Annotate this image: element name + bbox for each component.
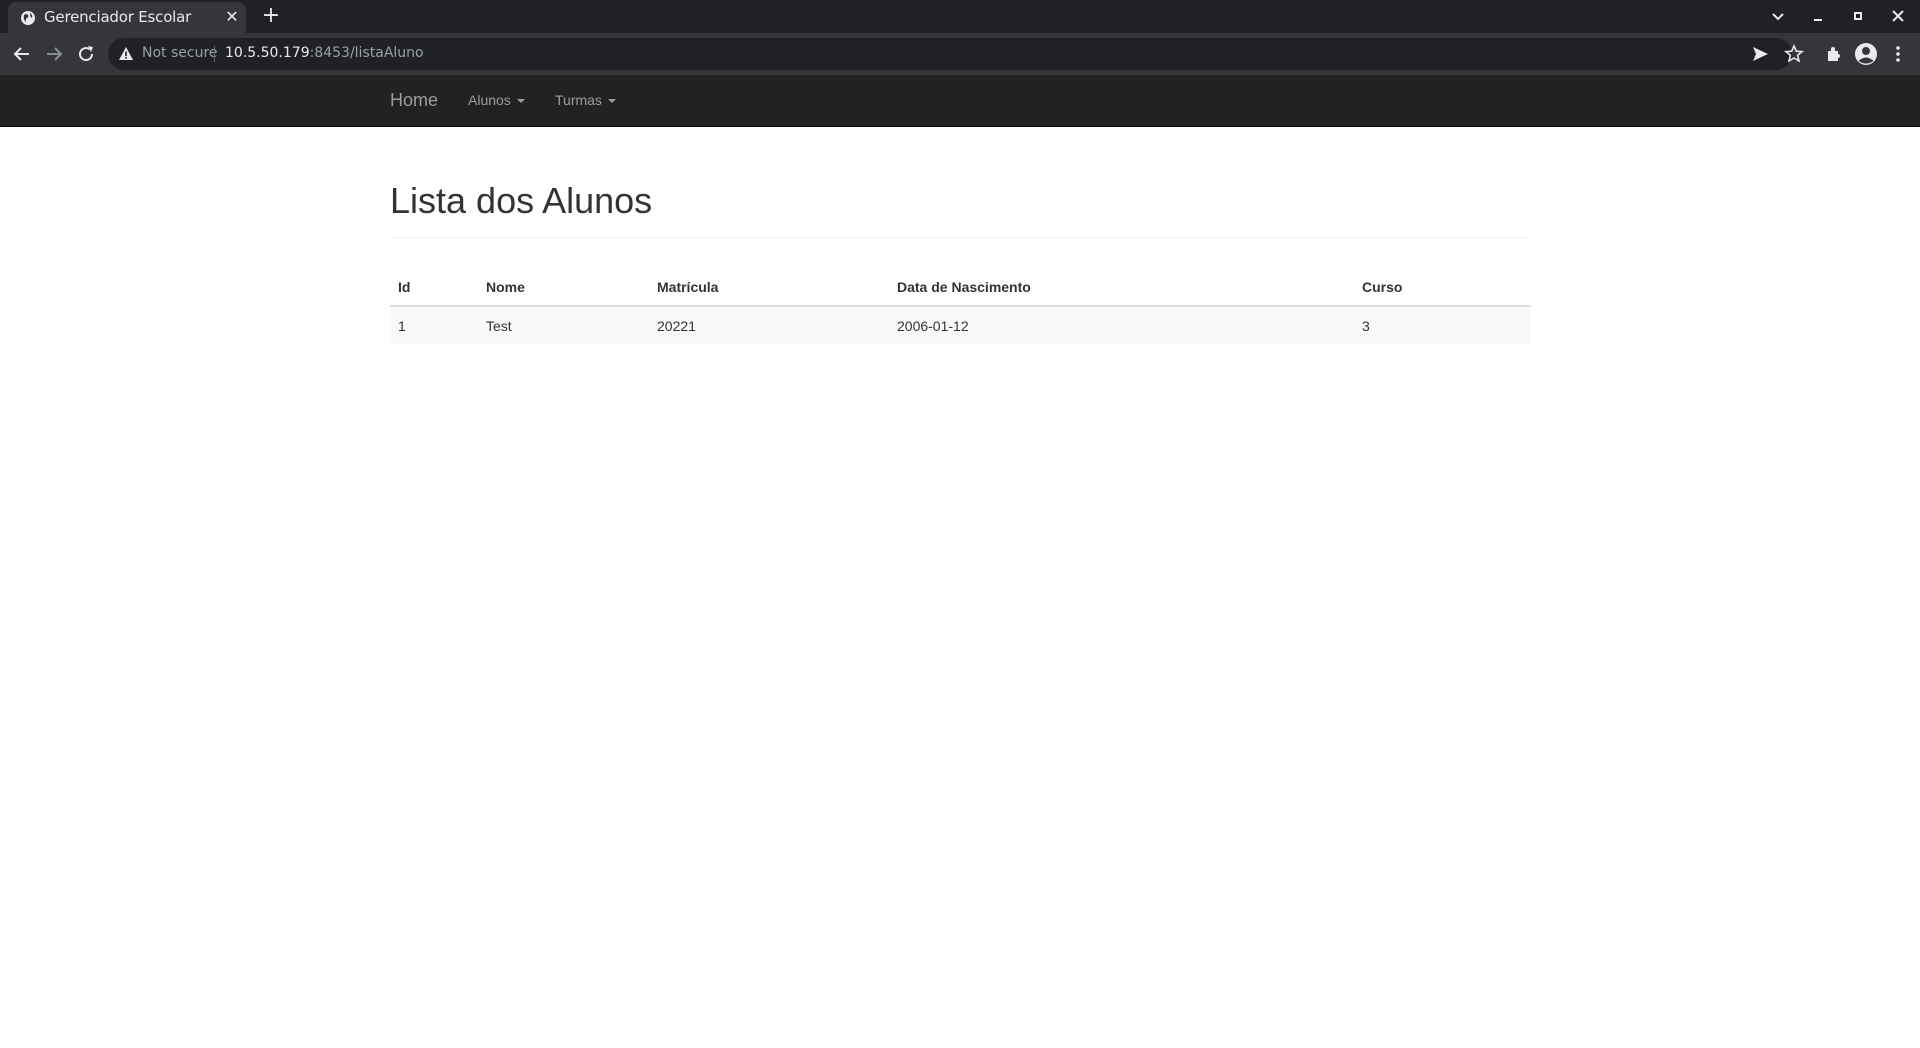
caret-down-icon — [516, 99, 525, 104]
column-header-curso: Curso — [1354, 268, 1531, 307]
globe-icon — [21, 11, 35, 25]
close-window-icon[interactable] — [1886, 4, 1910, 28]
caret-down-icon — [607, 99, 616, 104]
security-label[interactable]: Not secure — [142, 45, 218, 61]
cell-matricula: 20221 — [649, 305, 889, 344]
column-header-matricula: Matrícula — [649, 268, 889, 307]
column-header-nome: Nome — [478, 268, 649, 307]
site-navbar: Home Alunos Turmas — [0, 75, 1920, 127]
send-icon[interactable] — [1748, 42, 1772, 66]
url-text[interactable]: 10.5.50.179:8453/listaAluno — [225, 45, 424, 61]
url-host: 10.5.50.179 — [225, 45, 310, 61]
back-arrow-icon[interactable] — [10, 42, 34, 66]
omnibox-divider — [214, 46, 215, 62]
minimize-icon[interactable] — [1806, 4, 1830, 28]
cell-curso: 3 — [1354, 305, 1531, 344]
tab-search-icon[interactable] — [1766, 4, 1790, 28]
cell-nome: Test — [478, 305, 649, 344]
nav-dropdown-alunos[interactable]: Alunos — [468, 92, 525, 108]
students-table-container: Id Nome Matrícula Data de Nascimento Cur… — [390, 268, 1531, 344]
new-tab-button[interactable]: + — [260, 5, 282, 27]
browser-tab-strip: Gerenciador Escolar ✕ + — [0, 0, 1920, 33]
reload-icon[interactable] — [74, 42, 98, 66]
nav-home-link[interactable]: Home — [390, 90, 438, 111]
address-bar[interactable]: Not secure 10.5.50.179:8453/listaAluno — [108, 38, 1792, 70]
menu-kebab-icon[interactable] — [1886, 42, 1910, 66]
tab-close-icon[interactable]: ✕ — [223, 8, 241, 26]
column-header-data-nascimento: Data de Nascimento — [889, 268, 1354, 307]
extensions-icon[interactable] — [1822, 42, 1846, 66]
page-header: Lista dos Alunos — [390, 180, 1530, 239]
nav-dropdown-label: Turmas — [555, 92, 602, 108]
cell-id: 1 — [390, 305, 478, 344]
page-title: Lista dos Alunos — [390, 180, 653, 221]
column-header-id: Id — [390, 268, 478, 307]
url-path: :8453/listaAluno — [309, 45, 424, 61]
profile-avatar-icon[interactable] — [1854, 42, 1878, 66]
table-row: 1 Test 20221 2006-01-12 3 — [390, 305, 1531, 344]
cell-data-nascimento: 2006-01-12 — [889, 305, 1354, 344]
nav-dropdown-label: Alunos — [468, 92, 511, 108]
maximize-icon[interactable] — [1846, 4, 1870, 28]
nav-dropdown-turmas[interactable]: Turmas — [555, 92, 616, 108]
table-header-row: Id Nome Matrícula Data de Nascimento Cur… — [390, 268, 1531, 307]
forward-arrow-icon[interactable] — [42, 42, 66, 66]
bookmark-star-icon[interactable] — [1782, 42, 1806, 66]
tab-title: Gerenciador Escolar — [44, 8, 192, 26]
browser-tab[interactable]: Gerenciador Escolar ✕ — [8, 2, 246, 33]
browser-toolbar: Not secure 10.5.50.179:8453/listaAluno — [0, 33, 1920, 75]
students-table: Id Nome Matrícula Data de Nascimento Cur… — [390, 268, 1531, 344]
warning-icon[interactable] — [118, 46, 134, 62]
